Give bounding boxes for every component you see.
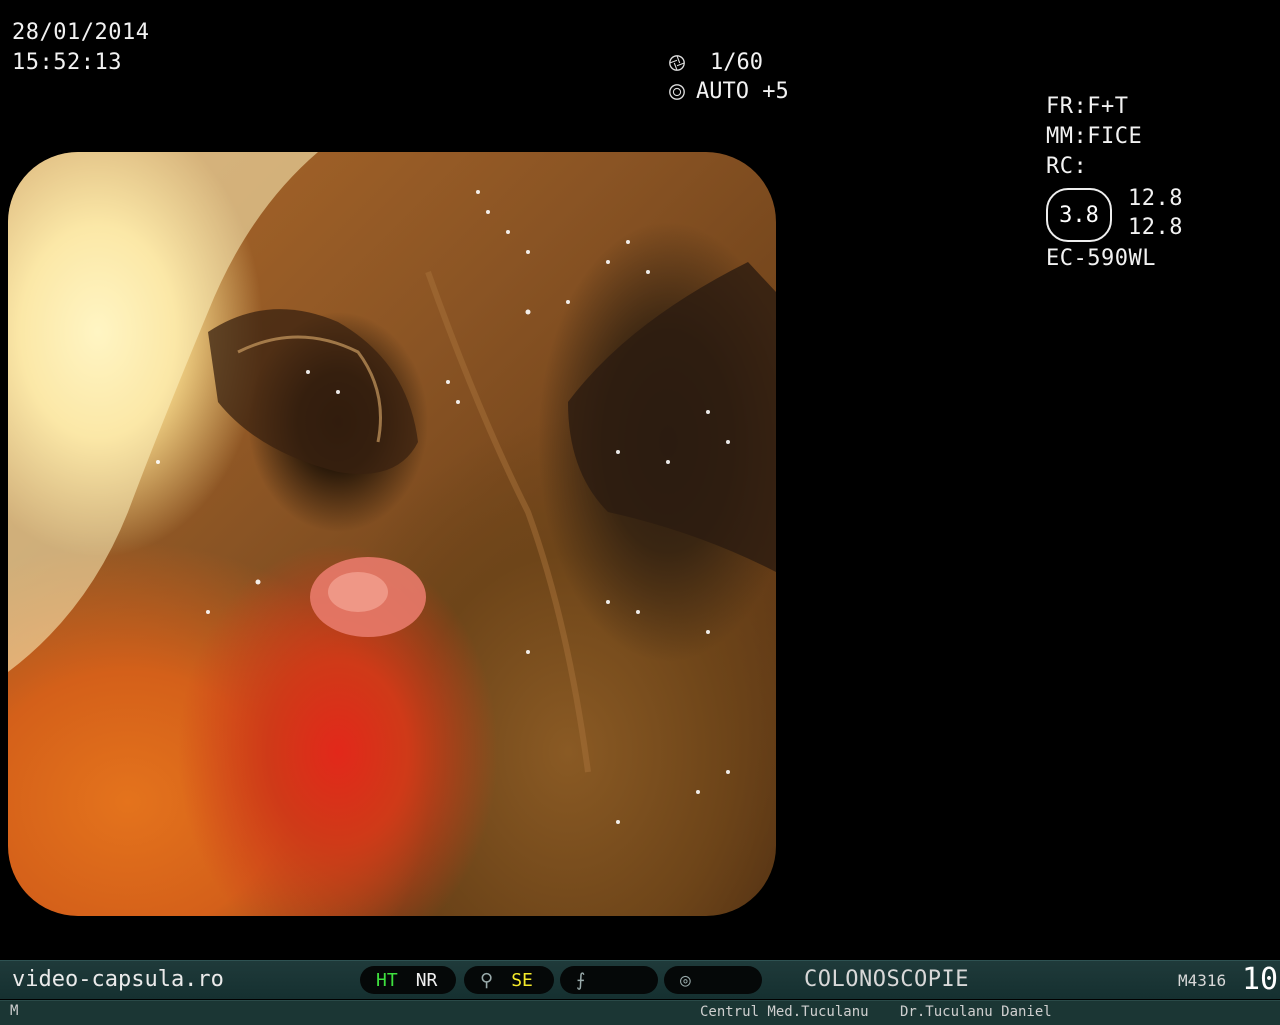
- rc-value-2: 12.8: [1128, 215, 1183, 240]
- exposure-value: AUTO +5: [696, 79, 789, 104]
- shutter-icon: [669, 54, 685, 71]
- clinic-name: Centrul Med.Tuculanu: [700, 1004, 869, 1020]
- se-indicator-pill: ⚲ SE: [464, 966, 554, 994]
- filter-indicator-pill: ⨍: [560, 966, 658, 994]
- watermark-text: video-capsula.ro: [12, 967, 224, 992]
- rc-value: 3.8: [1059, 202, 1099, 228]
- rc-value-badge: 3.8: [1046, 188, 1112, 242]
- rc-label: RC:: [1046, 154, 1088, 179]
- fr-mode: FR:F+T: [1046, 94, 1129, 119]
- footer-mode: M: [10, 1003, 19, 1019]
- iris-icon: [669, 83, 685, 100]
- footer-bar: M Centrul Med.Tuculanu Dr.Tuculanu Danie…: [0, 1000, 1280, 1025]
- nr-indicator: NR: [415, 969, 438, 991]
- time-label: 15:52:13: [12, 50, 122, 75]
- structure-enhance-icon: ⚲: [480, 969, 494, 991]
- image-code: M4316: [1178, 971, 1227, 990]
- doctor-name: Dr.Tuculanu Daniel: [900, 1004, 1052, 1020]
- se-indicator: SE: [511, 969, 533, 991]
- shutter-value: 1/60: [710, 50, 763, 75]
- rc-value-1: 12.8: [1128, 186, 1183, 211]
- exposure-row: AUTO +5: [668, 79, 789, 104]
- aperture-indicator-pill: ◎: [664, 966, 762, 994]
- endoscopy-image-detail: [8, 152, 776, 824]
- filter-icon: ⨍: [576, 969, 586, 991]
- image-number: 10: [1242, 962, 1279, 997]
- ht-nr-indicator: HT NR: [360, 966, 456, 994]
- exam-type: COLONOSCOPIE: [804, 967, 969, 992]
- aperture-icon: ◎: [680, 969, 691, 991]
- shutter-row: 1/60: [668, 50, 763, 75]
- endoscopy-image: [8, 152, 776, 916]
- mm-mode: MM:FICE: [1046, 124, 1143, 149]
- status-bar: video-capsula.ro HT NR ⚲ SE ⨍ ◎ COLONOSC…: [0, 960, 1280, 999]
- date-label: 28/01/2014: [12, 20, 150, 45]
- ht-indicator: HT: [376, 969, 398, 991]
- scope-model: EC-590WL: [1046, 246, 1156, 271]
